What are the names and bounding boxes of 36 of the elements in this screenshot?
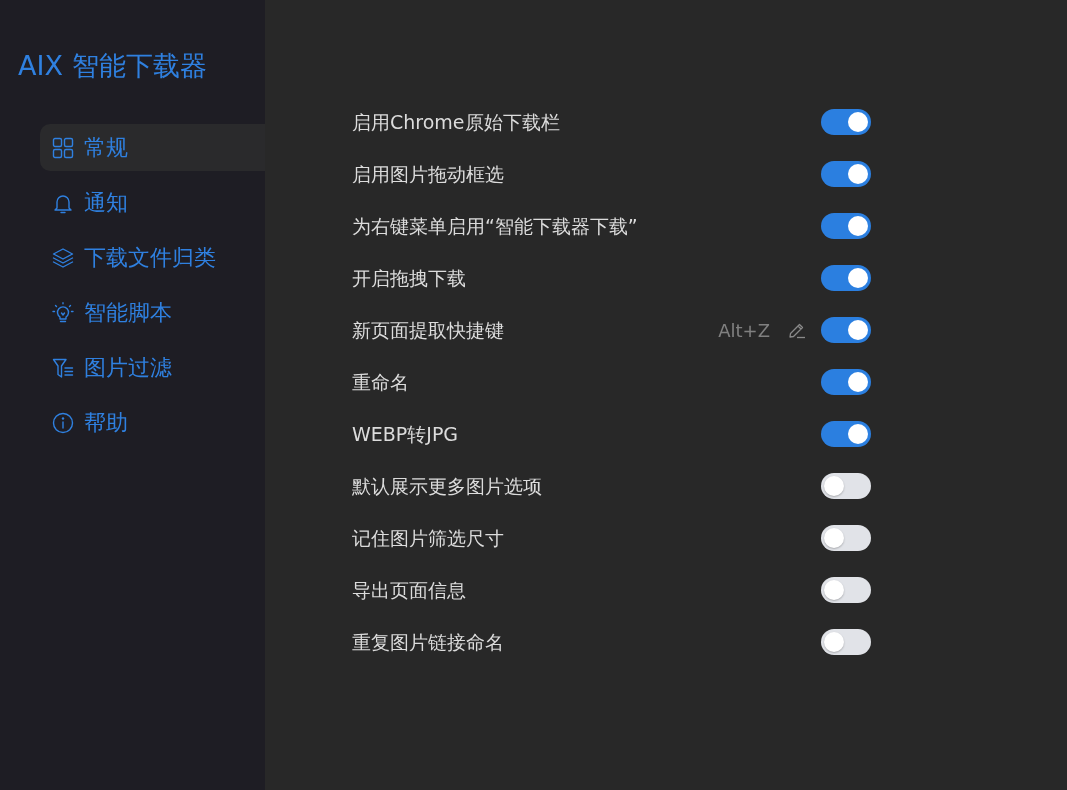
- grid-icon: [52, 136, 74, 159]
- setting-label: 新页面提取快捷键: [352, 317, 505, 343]
- setting-label: 导出页面信息: [352, 577, 467, 603]
- toggle-switch[interactable]: [821, 629, 871, 655]
- toggle-switch[interactable]: [821, 213, 871, 239]
- lightbulb-icon: [52, 301, 74, 324]
- app-title: AIX 智能下载器: [18, 49, 208, 83]
- layers-icon: [52, 246, 74, 269]
- setting-label: WEBP转JPG: [352, 421, 460, 447]
- toggle-switch[interactable]: [821, 473, 871, 499]
- sidebar-item[interactable]: 通知: [40, 179, 265, 226]
- setting-label: 为右键菜单启用“智能下载器下载”: [352, 213, 639, 239]
- toggle-switch[interactable]: [821, 317, 871, 343]
- setting-label: 启用Chrome原始下载栏: [352, 109, 561, 135]
- setting-label: 开启拖拽下载: [352, 265, 467, 291]
- toggle-switch[interactable]: [821, 525, 871, 551]
- toggle-switch[interactable]: [821, 369, 871, 395]
- sidebar-item[interactable]: 常规: [40, 124, 265, 171]
- info-icon: [52, 411, 74, 434]
- pencil-icon[interactable]: [788, 321, 806, 339]
- toggle-switch[interactable]: [821, 109, 871, 135]
- setting-label: 记住图片筛选尺寸: [352, 525, 505, 551]
- filter-icon: [52, 356, 74, 379]
- toggle-switch[interactable]: [821, 421, 871, 447]
- toggle-switch[interactable]: [821, 161, 871, 187]
- toggle-switch[interactable]: [821, 577, 871, 603]
- setting-label: 启用图片拖动框选: [352, 161, 505, 187]
- shortcut-text: Alt+Z: [718, 318, 770, 343]
- toggle-switch[interactable]: [821, 265, 871, 291]
- sidebar-item[interactable]: 帮助: [40, 399, 265, 446]
- setting-label: 重复图片链接命名: [352, 629, 505, 655]
- sidebar-item[interactable]: 图片过滤: [40, 344, 265, 391]
- sidebar-item[interactable]: 智能脚本: [40, 289, 265, 336]
- sidebar-item[interactable]: 下载文件归类: [40, 234, 265, 281]
- setting-label: 重命名: [352, 369, 410, 395]
- setting-label: 默认展示更多图片选项: [352, 473, 543, 499]
